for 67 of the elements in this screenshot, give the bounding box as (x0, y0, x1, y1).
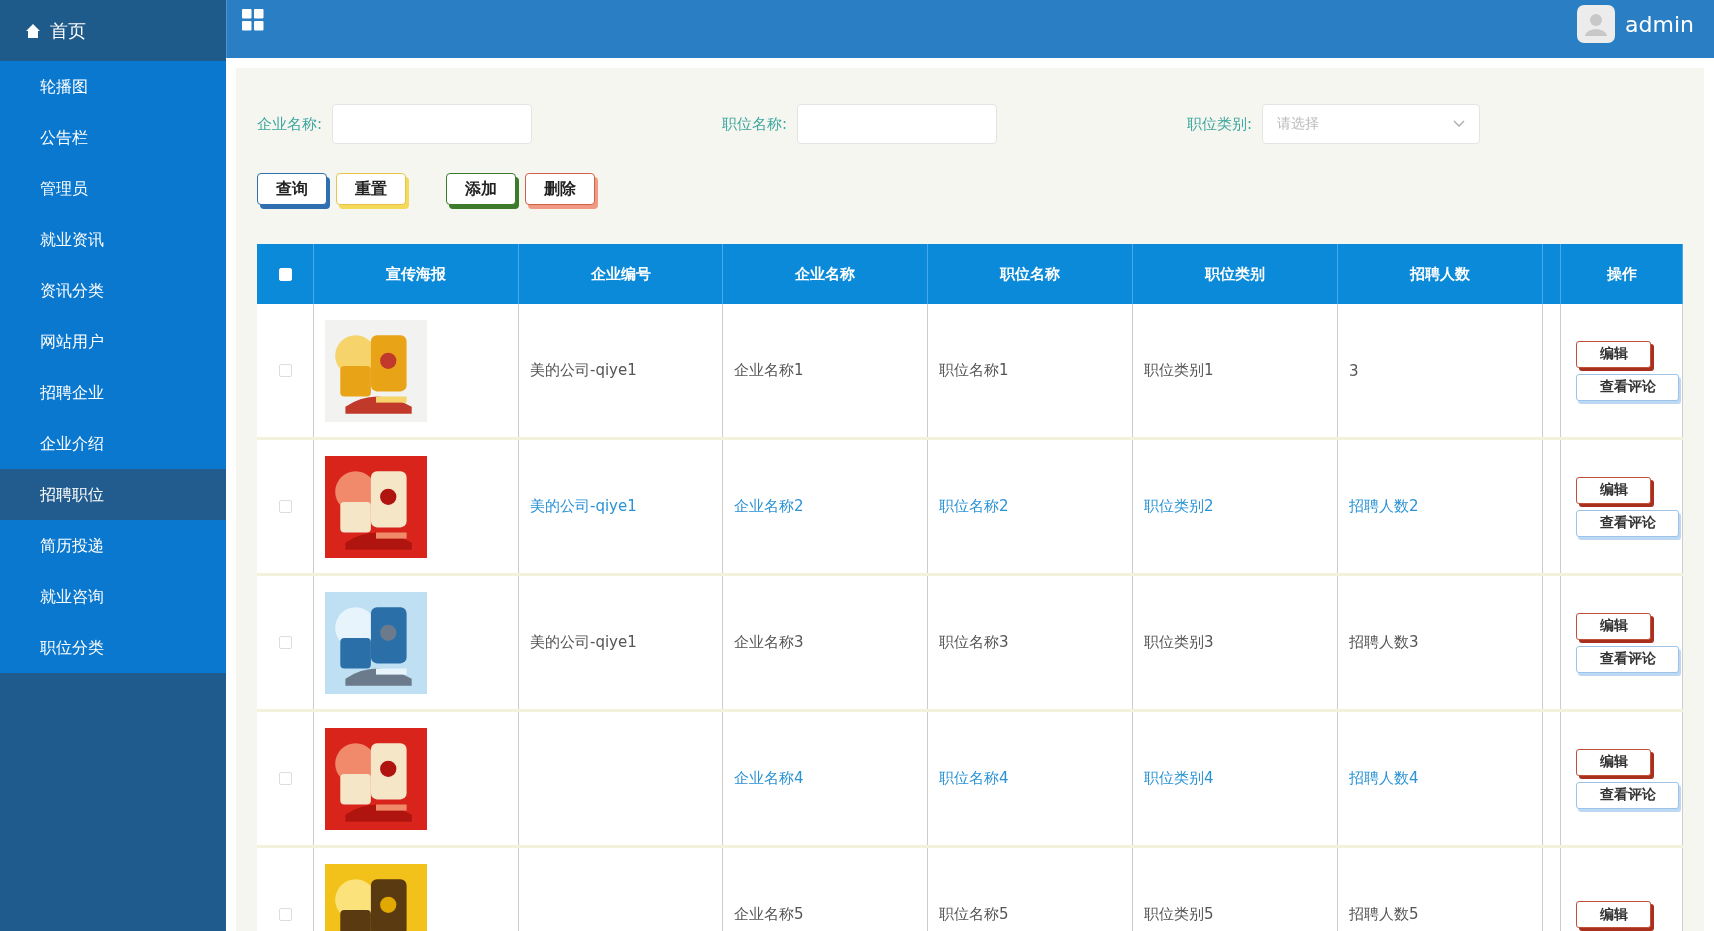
table-cell[interactable]: 企业名称4 (734, 769, 804, 788)
table-cell[interactable]: 招聘人数4 (1349, 769, 1419, 788)
table-cell[interactable]: 招聘人数2 (1349, 497, 1419, 516)
sidebar-item[interactable]: 资讯分类 (0, 265, 226, 316)
sidebar-item[interactable]: 公告栏 (0, 112, 226, 163)
table-cell: 职位类别3 (1144, 633, 1214, 652)
edit-button[interactable]: 编辑 (1576, 476, 1651, 504)
select-all-checkbox[interactable] (278, 267, 292, 281)
sidebar-item[interactable]: 网站用户 (0, 316, 226, 367)
sidebar-item[interactable]: 招聘职位 (0, 469, 226, 520)
row-checkbox[interactable] (278, 908, 292, 921)
edit-button[interactable]: 编辑 (1576, 612, 1651, 640)
table-cell: 职位名称1 (939, 361, 1009, 380)
table-cell[interactable]: 美的公司-qiye1 (530, 497, 637, 516)
sidebar-item[interactable]: 简历投递 (0, 520, 226, 571)
home-icon (25, 22, 41, 39)
table-cell: 美的公司-qiye1 (530, 361, 637, 380)
table-cell: 3 (1349, 361, 1359, 380)
sidebar-item[interactable]: 管理员 (0, 163, 226, 214)
column-header: 企业编号 (519, 244, 723, 304)
edit-button[interactable]: 编辑 (1576, 901, 1651, 928)
table-cell: 招聘人数5 (1349, 905, 1419, 924)
table-cell: 职位名称5 (939, 905, 1009, 924)
row-checkbox[interactable] (278, 364, 292, 377)
view-comments-button[interactable]: 查看评论 (1576, 373, 1679, 401)
edit-button[interactable]: 编辑 (1576, 340, 1651, 368)
sidebar-item[interactable]: 就业咨询 (0, 571, 226, 622)
filter-label: 职位名称: (722, 114, 788, 134)
table-cell: 企业名称5 (734, 905, 804, 924)
table-cell[interactable]: 职位名称4 (939, 769, 1009, 788)
sidebar-item[interactable]: 招聘企业 (0, 367, 226, 418)
view-comments-button[interactable]: 查看评论 (1576, 509, 1679, 537)
input-field[interactable] (797, 104, 998, 144)
table-cell: 职位类别1 (1144, 361, 1214, 380)
column-header: 宣传海报 (314, 244, 519, 304)
table-cell: 招聘人数3 (1349, 633, 1419, 652)
row-checkbox[interactable] (278, 500, 292, 513)
column-header: 招聘人数 (1338, 244, 1543, 304)
edit-button[interactable]: 编辑 (1576, 748, 1651, 776)
table-cell[interactable]: 职位类别4 (1144, 769, 1214, 788)
table-cell: 企业名称1 (734, 361, 804, 380)
sidebar-item[interactable]: 就业资讯 (0, 214, 226, 265)
sidebar-item[interactable]: 企业介绍 (0, 418, 226, 469)
table-cell: 职位名称3 (939, 633, 1009, 652)
table-cell[interactable]: 职位类别2 (1144, 497, 1214, 516)
input-field[interactable] (332, 104, 533, 144)
column-header: 操作 (1561, 244, 1683, 304)
row-checkbox[interactable] (278, 772, 292, 785)
view-comments-button[interactable]: 查看评论 (1576, 781, 1679, 809)
user-name[interactable]: admin (1625, 11, 1694, 37)
filter-label: 企业名称: (257, 114, 323, 134)
sidebar-item[interactable]: 职位分类 (0, 622, 226, 673)
table-cell: 美的公司-qiye1 (530, 633, 637, 652)
table-cell: 企业名称3 (734, 633, 804, 652)
sidebar-item[interactable]: 轮播图 (0, 61, 226, 112)
row-checkbox[interactable] (278, 636, 292, 649)
column-header: 职位名称 (928, 244, 1133, 304)
column-header: 职位类别 (1133, 244, 1338, 304)
avatar-icon[interactable] (1577, 5, 1616, 43)
grid-menu-icon[interactable] (242, 9, 264, 31)
table-cell: 职位类别5 (1144, 905, 1214, 924)
view-comments-button[interactable]: 查看评论 (1576, 645, 1679, 673)
chevron-down-icon (1453, 120, 1466, 128)
table-cell[interactable]: 职位名称2 (939, 497, 1009, 516)
column-header: 企业名称 (723, 244, 928, 304)
table-cell[interactable]: 企业名称2 (734, 497, 804, 516)
filter-label: 职位类别: (1187, 114, 1253, 134)
